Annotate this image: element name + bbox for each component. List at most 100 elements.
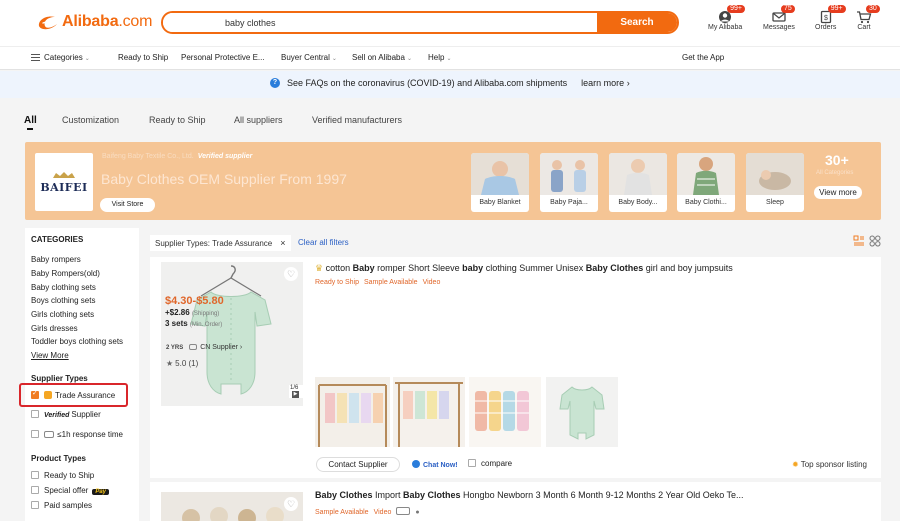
supplier-types-heading: Supplier Types (31, 374, 88, 383)
all-categories-label: All Categories (816, 170, 854, 176)
compare-toggle[interactable]: compare (468, 459, 512, 468)
notification-badge: 30 (866, 5, 880, 13)
banner-category-card[interactable]: Sleep (746, 153, 804, 212)
search-input[interactable] (163, 13, 597, 32)
compare-checkbox[interactable] (468, 459, 476, 467)
chevron-right-icon: › (239, 344, 243, 351)
category-link[interactable]: Baby clothing sets (31, 283, 96, 292)
alibaba-logo-icon (36, 12, 60, 32)
category-link[interactable]: Toddler boys clothing sets (31, 337, 123, 346)
search-button[interactable]: Search (597, 13, 677, 32)
star-icon: ★ (166, 359, 174, 368)
chat-now-link[interactable]: Chat Now! (412, 460, 458, 469)
close-icon[interactable]: × (280, 238, 285, 248)
ready-to-ship-filter[interactable]: Ready to Ship (31, 471, 94, 480)
product-thumbnail[interactable] (393, 377, 465, 447)
special-offer-filter[interactable]: Special offer Pay (31, 486, 110, 495)
orders-label: Orders (815, 24, 837, 31)
product-types-heading: Product Types (31, 454, 86, 463)
paid-samples-filter[interactable]: Paid samples (31, 501, 92, 510)
category-link[interactable]: Girls dresses (31, 324, 78, 333)
banner-title: Baby Clothes OEM Supplier From 1997 (101, 171, 347, 187)
category-link[interactable]: Boys clothing sets (31, 296, 95, 305)
product-thumbnail[interactable] (546, 377, 618, 447)
grid-view-icon[interactable] (869, 235, 881, 247)
chevron-down-icon: ⌄ (331, 56, 337, 62)
category-link[interactable]: Baby Rompers(old) (31, 269, 100, 278)
product-thumbnail[interactable] (469, 377, 541, 447)
banner-category-card[interactable]: Baby Blanket (471, 153, 529, 212)
heart-icon[interactable]: ♡ (284, 497, 298, 511)
get-the-app-link[interactable]: Get the App (682, 53, 724, 62)
tab-all[interactable]: All (24, 115, 37, 126)
orders-button[interactable]: $ 99+ Orders (815, 5, 846, 31)
alibaba-logo[interactable]: Alibaba.com (36, 12, 152, 32)
product-main-image[interactable]: ♡ (161, 492, 303, 521)
nav-sell-on-alibaba[interactable]: Sell on Alibaba ⌄ (352, 53, 412, 62)
category-link[interactable]: Baby rompers (31, 255, 81, 264)
clear-filters-link[interactable]: Clear all filters (298, 238, 349, 247)
banner-category-card[interactable]: Baby Body... (609, 153, 667, 212)
video-tag: Video (422, 279, 441, 286)
contact-supplier-button[interactable]: Contact Supplier (316, 457, 400, 472)
active-tab-indicator (27, 128, 33, 130)
user-icon: 99+ (717, 5, 745, 24)
product-tags: Ready to Ship Sample Available Video (315, 279, 445, 286)
product-main-image[interactable]: ♡ 1/6▶ (161, 262, 303, 406)
supplier-banner: BAIFEI Baifeng Baby Textile Co., Ltd. Ver… (25, 142, 881, 220)
nav-ready-to-ship[interactable]: Ready to Ship (118, 53, 168, 62)
ready-to-ship-tag: Ready to Ship (315, 279, 359, 286)
category-nav: Categories ⌄ Ready to Ship Personal Prote… (0, 46, 900, 70)
covid-notice-bar: ? See FAQs on the coronavirus (COVID-19)… (0, 71, 900, 98)
category-image (609, 153, 667, 195)
heart-icon[interactable]: ♡ (284, 267, 298, 281)
product-title[interactable]: Baby Clothes Import Baby Clothes Hongbo … (315, 490, 744, 500)
verified-supplier-filter[interactable]: Verified Supplier (31, 410, 101, 419)
cart-button[interactable]: 30 Cart (856, 5, 880, 31)
category-image (746, 153, 804, 195)
tab-ready-to-ship[interactable]: Ready to Ship (149, 115, 206, 125)
response-time-checkbox[interactable] (31, 430, 39, 438)
supplier-info[interactable]: 2 YRS CN Supplier › (166, 344, 242, 351)
category-image (677, 153, 735, 195)
nav-buyer-central[interactable]: Buyer Central ⌄ (281, 53, 337, 62)
categories-menu[interactable]: Categories ⌄ (31, 53, 90, 62)
paid-samples-checkbox[interactable] (31, 501, 39, 509)
active-filter-chip[interactable]: Supplier Types: Trade Assurance × (150, 235, 291, 251)
nav-personal-protective[interactable]: Personal Protective E... (181, 53, 265, 62)
svg-text:$: $ (824, 15, 828, 22)
special-offer-checkbox[interactable] (31, 486, 39, 494)
min-order: 3 sets (Min. Order) (165, 319, 223, 328)
chevron-down-icon: ⌄ (84, 56, 90, 62)
nav-help[interactable]: Help ⌄ (428, 53, 451, 62)
sponsor-label: ✹ Top sponsor listing (792, 460, 867, 469)
messages-button[interactable]: 75 Messages (763, 5, 795, 31)
ready-to-ship-checkbox[interactable] (31, 471, 39, 479)
play-icon[interactable]: ▶ (292, 391, 299, 398)
my-alibaba-button[interactable]: 99+ My Alibaba (708, 5, 745, 31)
tab-customization[interactable]: Customization (62, 115, 119, 125)
category-link[interactable]: Girls clothing sets (31, 310, 94, 319)
view-more-categories-link[interactable]: View More (31, 351, 69, 360)
product-price: $4.30-$5.80 (165, 295, 224, 307)
banner-category-card[interactable]: Baby Paja... (540, 153, 598, 212)
banner-category-card[interactable]: Baby Clothi... (677, 153, 735, 212)
highlight-box (19, 383, 128, 407)
product-title[interactable]: ♛ cotton Baby romper Short Sleeve baby c… (315, 263, 733, 274)
sun-icon: ✹ (792, 460, 799, 469)
tab-all-suppliers[interactable]: All suppliers (234, 115, 283, 125)
verified-supplier-checkbox[interactable] (31, 410, 39, 418)
notification-badge: 75 (780, 5, 795, 13)
baifei-logo[interactable]: BAIFEI (35, 153, 93, 211)
product-card[interactable]: ♡ Baby Clothes Import Baby Clothes Hongb… (150, 482, 881, 521)
pay-badge: Pay (92, 489, 110, 495)
visit-store-button[interactable]: Visit Store (100, 198, 155, 212)
view-more-button[interactable]: View more (814, 186, 862, 199)
orders-icon: $ 99+ (818, 5, 846, 24)
list-view-icon[interactable] (853, 235, 865, 247)
response-time-filter[interactable]: ≤1h response time (31, 430, 123, 439)
product-thumbnail[interactable] (315, 377, 390, 447)
crown-icon: ♛ (315, 263, 326, 273)
tab-verified-manufacturers[interactable]: Verified manufacturers (312, 115, 402, 125)
learn-more-link[interactable]: learn more › (581, 78, 630, 88)
